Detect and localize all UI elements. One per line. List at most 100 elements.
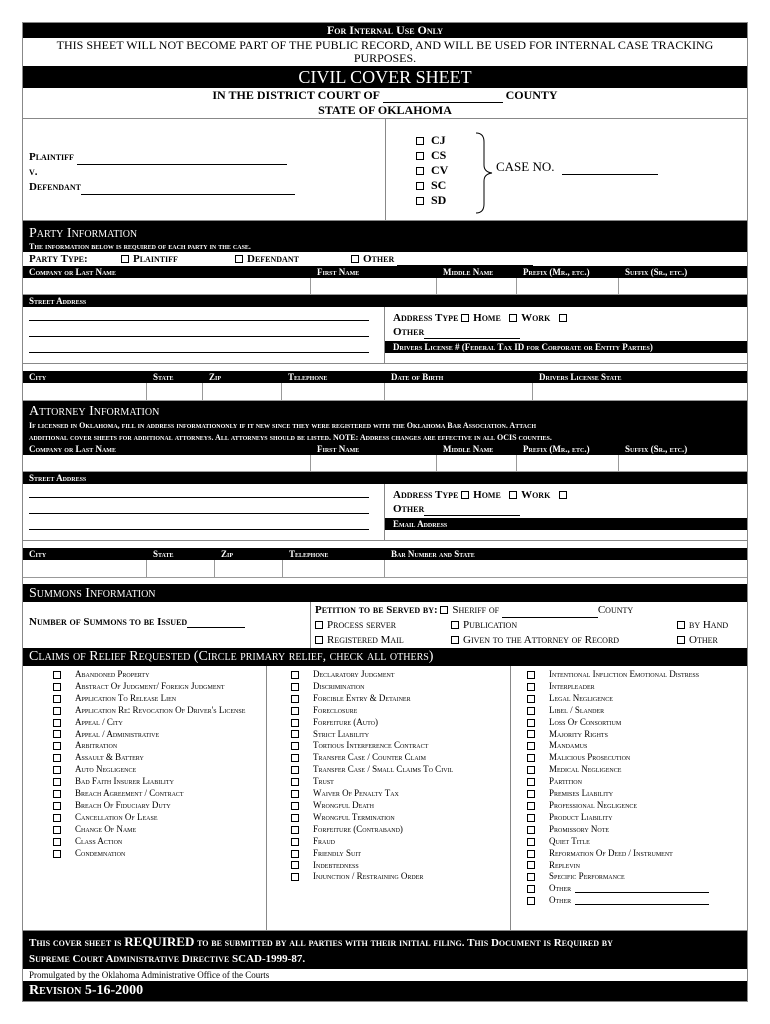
checkbox-icon[interactable]: [53, 790, 61, 798]
claim-item[interactable]: Loss Of Consortium: [527, 717, 747, 729]
defendant-input[interactable]: [80, 184, 295, 196]
party-type-other[interactable]: Other: [351, 252, 533, 266]
checkbox-icon[interactable]: [121, 255, 129, 264]
served-process-server[interactable]: Process server: [315, 618, 451, 633]
drivers-license-input[interactable]: [385, 357, 747, 367]
checkbox-icon[interactable]: [315, 621, 323, 630]
checkbox-icon[interactable]: [527, 885, 535, 894]
claim-item[interactable]: Other: [527, 895, 747, 907]
claim-item[interactable]: Legal Negligence: [527, 693, 747, 705]
address-line-1[interactable]: [29, 497, 369, 498]
checkbox-icon[interactable]: [461, 314, 470, 323]
claim-item[interactable]: Abstract Of Judgment/ Foreign Judgment: [53, 681, 266, 693]
checkbox-icon[interactable]: [677, 621, 685, 630]
checkbox-icon[interactable]: [416, 197, 424, 206]
checkbox-icon[interactable]: [527, 670, 535, 679]
sheriff-county-field[interactable]: [501, 607, 598, 618]
checkbox-icon[interactable]: [558, 314, 567, 323]
claim-item[interactable]: Assault & Battery: [53, 752, 266, 764]
checkbox-icon[interactable]: [451, 621, 459, 630]
party-state-input[interactable]: [147, 383, 202, 401]
address-other-field[interactable]: [424, 328, 521, 339]
summons-count-field[interactable]: [187, 616, 246, 628]
checkbox-icon[interactable]: [527, 718, 535, 727]
case-number-input[interactable]: [561, 162, 658, 176]
claim-item[interactable]: Product Liability: [527, 812, 747, 824]
checkbox-icon[interactable]: [291, 801, 299, 810]
checkbox-icon[interactable]: [527, 766, 535, 775]
checkbox-icon[interactable]: [53, 801, 61, 810]
claim-item[interactable]: Arbitration: [53, 740, 266, 752]
claim-item[interactable]: Breach Of Fiduciary Duty: [53, 800, 266, 812]
checkbox-icon[interactable]: [291, 790, 299, 798]
claim-item[interactable]: Medical Negligence: [527, 764, 747, 776]
claim-item[interactable]: Cancellation Of Lease: [53, 812, 266, 824]
attorney-telephone-input[interactable]: [283, 560, 384, 578]
party-first-name-input[interactable]: [311, 279, 436, 295]
checkbox-icon[interactable]: [527, 873, 535, 882]
claim-item[interactable]: Mandamus: [527, 740, 747, 752]
claim-item[interactable]: Transfer Case / Counter Claim: [291, 752, 510, 764]
county-name-field[interactable]: [382, 91, 503, 104]
served-attorney-of-record[interactable]: Given to the Attorney of Record: [451, 633, 677, 648]
claim-item[interactable]: Forfeiture (Contraband): [291, 824, 510, 836]
checkbox-icon[interactable]: [416, 182, 424, 191]
checkbox-icon[interactable]: [291, 730, 299, 739]
defendant-field[interactable]: [80, 183, 295, 196]
checkbox-icon[interactable]: [291, 813, 299, 822]
attorney-last-name-input[interactable]: [23, 456, 310, 472]
claim-item[interactable]: Trust: [291, 776, 510, 788]
claim-item[interactable]: Auto Negligence: [53, 764, 266, 776]
case-type-sc[interactable]: SC: [416, 178, 448, 193]
attorney-bar-number-input[interactable]: [385, 560, 747, 578]
checkbox-icon[interactable]: [527, 682, 535, 691]
checkbox-icon[interactable]: [53, 670, 61, 679]
claim-item[interactable]: Malicious Prosecution: [527, 752, 747, 764]
served-publication[interactable]: Publication: [451, 618, 677, 633]
claim-item[interactable]: Declaratory Judgment: [291, 669, 510, 681]
checkbox-icon[interactable]: [416, 167, 424, 176]
attorney-suffix-input[interactable]: [619, 456, 747, 472]
checkbox-icon[interactable]: [291, 718, 299, 727]
claim-item[interactable]: Quiet Title: [527, 836, 747, 848]
summons-count-input[interactable]: [187, 616, 246, 628]
claim-item[interactable]: Class Action: [53, 836, 266, 848]
claim-item[interactable]: Replevin: [527, 860, 747, 872]
checkbox-icon[interactable]: [53, 813, 61, 822]
claim-item[interactable]: Foreclosure: [291, 705, 510, 717]
attorney-state-input[interactable]: [147, 560, 214, 578]
attorney-zip-input[interactable]: [215, 560, 282, 578]
claim-item[interactable]: Condemnation: [53, 848, 266, 860]
claim-item[interactable]: Transfer Case / Small Claims To Civil: [291, 764, 510, 776]
served-by-hand[interactable]: by Hand: [677, 618, 728, 633]
checkbox-icon[interactable]: [451, 636, 459, 645]
claim-item[interactable]: Breach Agreement / Contract: [53, 788, 266, 800]
checkbox-icon[interactable]: [440, 606, 449, 615]
address-line-2[interactable]: [29, 336, 369, 337]
case-type-cs[interactable]: CS: [416, 148, 448, 163]
checkbox-icon[interactable]: [527, 730, 535, 739]
checkbox-icon[interactable]: [53, 837, 61, 846]
case-number-field[interactable]: [561, 161, 658, 176]
party-suffix-input[interactable]: [619, 279, 747, 295]
claim-item[interactable]: Strict Liability: [291, 729, 510, 741]
party-dl-state-input[interactable]: [533, 383, 747, 401]
checkbox-icon[interactable]: [527, 694, 535, 703]
party-type-plaintiff[interactable]: Plaintiff: [121, 252, 235, 266]
checkbox-icon[interactable]: [53, 825, 61, 834]
checkbox-icon[interactable]: [291, 825, 299, 834]
claim-item[interactable]: Application To Release Lien: [53, 693, 266, 705]
checkbox-icon[interactable]: [509, 491, 518, 500]
party-type-defendant[interactable]: Defendant: [235, 252, 351, 266]
checkbox-icon[interactable]: [53, 766, 61, 775]
claim-item[interactable]: Intentional Infliction Emotional Distres…: [527, 669, 747, 681]
checkbox-icon[interactable]: [527, 754, 535, 763]
claim-item[interactable]: Friendly Suit: [291, 848, 510, 860]
claim-item[interactable]: Other: [527, 883, 747, 895]
checkbox-icon[interactable]: [291, 873, 299, 882]
claim-item[interactable]: Waiver Of Penalty Tax: [291, 788, 510, 800]
checkbox-icon[interactable]: [291, 778, 299, 787]
checkbox-icon[interactable]: [53, 849, 61, 858]
claim-item[interactable]: Bad Faith Insurer Liability: [53, 776, 266, 788]
checkbox-icon[interactable]: [527, 813, 535, 822]
